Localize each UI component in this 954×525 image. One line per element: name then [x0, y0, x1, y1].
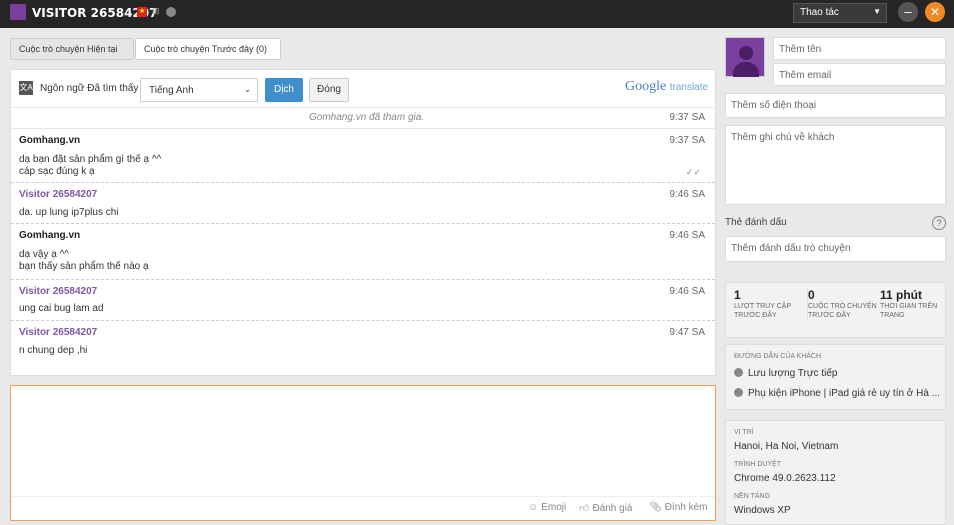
google-translate-logo: Google translate — [625, 79, 708, 95]
translate-logo-text: translate — [669, 82, 709, 93]
browser-header: TRÌNH DUYỆT — [734, 461, 782, 468]
google-logo-text: Google — [625, 79, 667, 94]
message-line: ung cai bug lam ad — [19, 303, 104, 314]
phone-field[interactable]: Thêm số điện thoại — [725, 93, 946, 118]
language-select-value: Tiếng Anh — [149, 85, 194, 96]
path-item-text: Phụ kiện iPhone | iPad giá rẻ uy tín ở H… — [748, 388, 939, 399]
windows-icon: ⊞ — [152, 6, 160, 16]
message-sender: Gomhang.vn — [19, 135, 81, 146]
message-time: 9:46 SA — [669, 230, 705, 241]
translate-button[interactable]: Dịch — [265, 78, 303, 102]
message-line: bạn thấy sản phẩm thế nào ạ — [19, 261, 149, 272]
message-time: 9:37 SA — [669, 135, 705, 146]
list-item: Gomhang.vn 9:37 SA dạ bạn đặt sản phẩm g… — [11, 129, 715, 183]
browser-value: Chrome 49.0.2623.112 — [734, 473, 836, 484]
stat-number: 1 — [734, 288, 741, 302]
info-icon — [734, 368, 743, 377]
stat-number: 11 phút — [880, 288, 923, 302]
message-line: da. up lung ip7plus chi — [19, 207, 119, 218]
stat-label: THỜI GIAN TRÊN TRANG — [880, 303, 938, 319]
message-line: dạ bạn đặt sản phẩm gì thế ạ ^^ — [19, 154, 162, 165]
name-field[interactable]: Thêm tên — [773, 37, 946, 60]
message-sender: Visitor 26584207 — [19, 286, 98, 297]
message-time: 9:47 SA — [669, 327, 705, 338]
stat-label: CUỘC TRÒ CHUYỆN TRƯỚC ĐÂY — [808, 303, 877, 319]
avatar-body-shape — [733, 62, 759, 77]
tab-previous-chats[interactable]: Cuộc trò chuyện Trước đây (0) — [135, 38, 281, 60]
message-line: cáp sạc đúng k ạ — [19, 166, 95, 177]
action-dropdown-label: Thao tác — [800, 7, 839, 18]
translate-icon: 文A — [19, 81, 33, 95]
list-item: Visitor 26584207 9:46 SA ung cai bug lam… — [11, 280, 715, 321]
compose-toolbar: ☺ Emoji 👍︎ Đánh giá 📎︎ Đính kèm — [11, 496, 715, 520]
tag-label: Thẻ đánh dấu — [725, 217, 787, 228]
chat-panel: 文A Ngôn ngữ Đã tìm thấy Tiếng Anh ⌄ Dịch… — [10, 69, 716, 376]
tag-field[interactable]: Thêm đánh dấu trò chuyện — [725, 236, 946, 262]
translate-bar: 文A Ngôn ngữ Đã tìm thấy Tiếng Anh ⌄ Dịch… — [11, 70, 715, 108]
read-check-icon: ✓✓ — [685, 167, 701, 177]
action-dropdown[interactable]: Thao tác ▼ — [793, 3, 887, 23]
minimize-button[interactable]: – — [898, 2, 918, 22]
chrome-icon — [166, 7, 176, 17]
path-item[interactable]: Lưu lượng Trực tiếp — [734, 368, 939, 379]
chevron-down-icon: ▼ — [873, 7, 881, 16]
stat-time-on-page: 11 phút THỜI GIAN TRÊN TRANG — [880, 288, 942, 320]
detected-language-label: Ngôn ngữ Đã tìm thấy — [40, 83, 139, 94]
tab-current-chat[interactable]: Cuộc trò chuyện Hiện tại — [10, 38, 134, 60]
emoji-label: Emoji — [541, 502, 567, 513]
vietnam-flag-icon: ★ — [137, 7, 147, 17]
stat-label: LƯỢT TRUY CẬP TRƯỚC ĐÂY — [734, 303, 791, 319]
location-header: VỊ TRÍ — [734, 429, 754, 436]
emoji-button[interactable]: ☺ Emoji — [528, 502, 566, 513]
list-item: Visitor 26584207 9:46 SA da. up lung ip7… — [11, 183, 715, 224]
stat-number: 0 — [808, 288, 815, 302]
email-field[interactable]: Thêm email — [773, 63, 946, 86]
message-compose-area[interactable]: ☺ Emoji 👍︎ Đánh giá 📎︎ Đính kèm — [10, 385, 716, 521]
message-line: dạ vậy ạ ^^ — [19, 249, 69, 260]
language-select[interactable]: Tiếng Anh ⌄ — [140, 78, 258, 102]
attach-label: Đính kèm — [664, 502, 708, 513]
platform-value: Windows XP — [734, 505, 791, 516]
visitor-details-box: VỊ TRÍ Hanoi, Ha Noi, Vietnam TRÌNH DUYỆ… — [725, 420, 946, 525]
rate-button[interactable]: 👍︎ Đánh giá — [579, 502, 632, 514]
title-bar: VISITOR 26584207 ★ ⊞ Thao tác ▼ – ✕ — [0, 0, 954, 28]
message-time: 9:46 SA — [669, 286, 705, 297]
visitor-stats: 1 LƯỢT TRUY CẬP TRƯỚC ĐÂY 0 CUỘC TRÒ CHU… — [725, 282, 946, 338]
message-list: Gomhang.vn đã tham gia. 9:37 SA Gomhang.… — [11, 109, 715, 375]
list-item: Visitor 26584207 9:47 SA n chung dep ,hi — [11, 321, 715, 365]
message-time: 9:46 SA — [669, 189, 705, 200]
message-sender: Visitor 26584207 — [19, 189, 98, 200]
stat-previous-visits: 1 LƯỢT TRUY CẬP TRƯỚC ĐÂY — [734, 288, 804, 320]
system-message-text: Gomhang.vn đã tham gia. — [309, 112, 425, 123]
rate-label: Đánh giá — [592, 503, 633, 514]
path-item-text: Lưu lượng Trực tiếp — [748, 368, 838, 379]
help-icon[interactable]: ? — [932, 216, 946, 230]
visitor-path-header: ĐƯỜNG DẪN CỦA KHÁCH — [734, 353, 822, 360]
attach-button[interactable]: 📎︎ Đính kèm — [649, 502, 708, 513]
message-sender: Visitor 26584207 — [19, 327, 98, 338]
path-item[interactable]: Phụ kiện iPhone | iPad giá rẻ uy tín ở H… — [734, 388, 939, 399]
note-field[interactable]: Thêm ghi chú về khách — [725, 125, 946, 205]
thumbs-up-icon: 👍︎ — [579, 503, 590, 514]
smiley-icon: ☺ — [528, 502, 539, 513]
visitor-path-box: ĐƯỜNG DẪN CỦA KHÁCH Lưu lượng Trực tiếp … — [725, 344, 946, 410]
list-item: Gomhang.vn 9:46 SA dạ vậy ạ ^^ bạn thấy … — [11, 224, 715, 280]
message-time: 9:37 SA — [669, 112, 705, 123]
close-button[interactable]: ✕ — [925, 2, 945, 22]
paperclip-icon: 📎︎ — [649, 502, 662, 513]
platform-header: NỀN TẢNG — [734, 493, 771, 500]
close-translate-button[interactable]: Đóng — [309, 78, 349, 102]
message-line: n chung dep ,hi — [19, 345, 88, 356]
visitor-avatar — [725, 37, 765, 77]
stat-previous-chats: 0 CUỘC TRÒ CHUYỆN TRƯỚC ĐÂY — [807, 288, 877, 320]
location-value: Hanoi, Ha Noi, Vietnam — [734, 441, 839, 452]
system-message: Gomhang.vn đã tham gia. 9:37 SA — [11, 109, 715, 129]
globe-icon — [734, 388, 743, 397]
visitor-avatar-icon — [10, 4, 26, 20]
chevron-down-icon: ⌄ — [244, 85, 251, 94]
avatar-head-shape — [739, 46, 753, 60]
message-sender: Gomhang.vn — [19, 230, 81, 241]
